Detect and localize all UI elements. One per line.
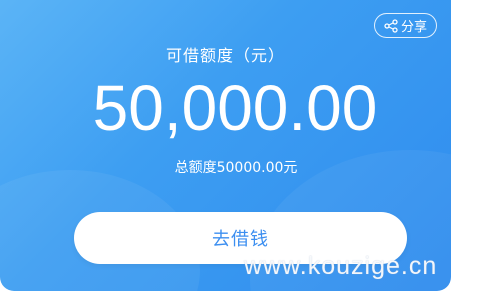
available-credit-amount: 50,000.00 <box>92 72 378 144</box>
total-credit-label: 总额度50000.00元 <box>174 160 298 176</box>
share-icon <box>384 18 398 33</box>
available-credit-title: 可借额度（元） <box>165 46 285 65</box>
share-label: 分享 <box>400 20 427 35</box>
watermark-text: www.kouzige.cn <box>244 252 438 280</box>
share-button[interactable]: 分享 <box>374 13 437 38</box>
